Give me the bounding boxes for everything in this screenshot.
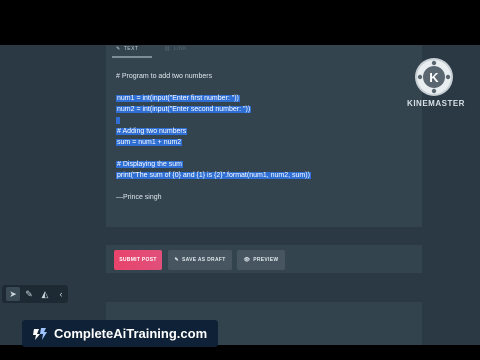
pen-tool-icon[interactable]: ✎ (22, 287, 36, 301)
code-line: num1 = int(input("Enter first number: ")… (116, 93, 416, 104)
ai-brand-icon (33, 327, 47, 340)
code-line: print("The sum of {0} and {1} is {2}".fo… (116, 170, 416, 181)
code-line-text: num1 = int(input("Enter first number: ")… (116, 95, 240, 102)
kinemaster-logo-icon: K (415, 58, 453, 96)
editor-tabbar: ✎ TEXT ⛓ LINK (106, 45, 422, 59)
save-as-draft-button[interactable]: ✎ SAVE AS DRAFT (168, 250, 232, 270)
code-line: sum = num1 + num2 (116, 137, 416, 148)
pencil-icon: ✎ (174, 257, 179, 263)
tab-text[interactable]: ✎ TEXT (116, 46, 138, 52)
cursor-tool-icon[interactable]: ➤ (6, 287, 20, 301)
code-line: # Displaying the sum (116, 159, 416, 170)
save-as-draft-label: SAVE AS DRAFT (181, 257, 226, 263)
code-line: # Program to add two numbers (116, 71, 416, 82)
code-line-text: # Adding two numbers (116, 128, 188, 135)
code-line: num2 = int(input("Enter second number: "… (116, 104, 416, 115)
post-body-textarea[interactable]: # Program to add two numbers num1 = int(i… (116, 71, 416, 203)
submit-post-button[interactable]: SUBMIT POST (114, 250, 162, 270)
code-line-text: —Prince singh (116, 194, 162, 201)
eraser-tool-icon[interactable]: ◭ (38, 287, 52, 301)
preview-button[interactable]: 👁 PREVIEW (237, 250, 285, 270)
eye-icon: 👁 (243, 257, 251, 263)
preview-label: PREVIEW (253, 257, 279, 263)
code-line-text: print("The sum of {0} and {1} is {2}".fo… (116, 172, 311, 179)
post-actions: SUBMIT POST ✎ SAVE AS DRAFT 👁 PREVIEW (106, 245, 422, 273)
tab-link[interactable]: ⛓ LINK (164, 46, 187, 52)
code-line-text: sum = num1 + num2 (116, 139, 183, 146)
code-line-text: # Program to add two numbers (116, 73, 213, 80)
code-line-text (116, 117, 120, 124)
code-line-text: num2 = int(input("Enter second number: "… (116, 106, 252, 113)
submit-post-label: SUBMIT POST (119, 257, 157, 263)
code-line-text: # Displaying the sum (116, 161, 183, 168)
link-icon: ⛓ (164, 46, 171, 52)
app-screen: ✎ TEXT ⛓ LINK # Program to add two numbe… (0, 45, 480, 345)
code-line (116, 115, 416, 126)
code-line: —Prince singh (116, 192, 416, 203)
chevron-left-icon[interactable]: ‹ (54, 287, 68, 301)
tab-text-label: TEXT (123, 46, 139, 52)
code-line: # Adding two numbers (116, 126, 416, 137)
kinemaster-watermark: KINEMASTER (407, 99, 465, 108)
banner-text: CompleteAiTraining.com (54, 326, 208, 341)
svg-text:K: K (429, 70, 439, 85)
active-tab-indicator (112, 56, 152, 58)
pencil-icon: ✎ (116, 46, 121, 52)
post-editor: ✎ TEXT ⛓ LINK # Program to add two numbe… (106, 45, 422, 227)
tab-link-label: LINK (173, 46, 187, 52)
promo-banner[interactable]: CompleteAiTraining.com (22, 320, 218, 347)
drawing-toolbar: ➤ ✎ ◭ ‹ (2, 285, 68, 303)
